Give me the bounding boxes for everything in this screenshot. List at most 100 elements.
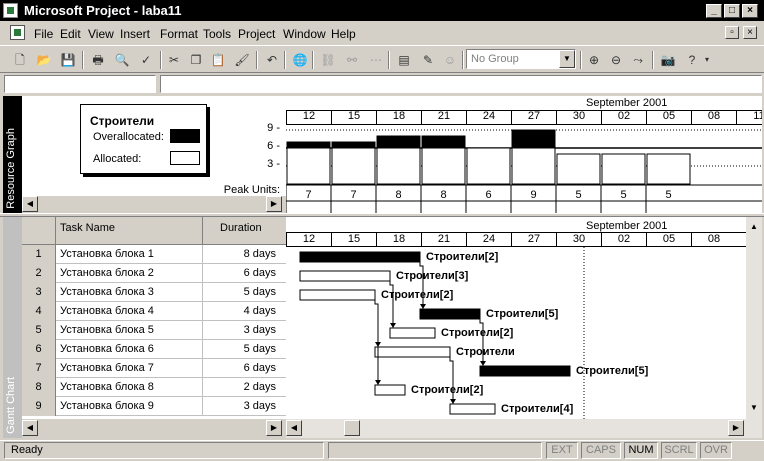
duration-cell[interactable]: 5 days <box>244 340 276 359</box>
hyperlink-icon[interactable]: 🌐 <box>290 50 310 70</box>
duration-cell[interactable]: 8 days <box>244 245 276 264</box>
y-tick: 3 - <box>267 158 280 170</box>
paste-icon[interactable]: 📋 <box>208 50 228 70</box>
scroll-right-button[interactable]: ▶ <box>266 196 282 212</box>
format-painter-icon[interactable]: 🖌 <box>232 50 252 70</box>
spelling-icon[interactable]: ✓ <box>136 50 156 70</box>
entry-field[interactable] <box>160 75 762 93</box>
scroll-left-button[interactable]: ◀ <box>286 420 302 436</box>
menu-help[interactable]: Help <box>331 27 356 41</box>
row-id[interactable]: 9 <box>22 397 56 416</box>
table-row[interactable]: 4 Установка блока 4 4 days <box>22 302 286 321</box>
undo-icon[interactable]: ↶ <box>262 50 282 70</box>
unlink-tasks-icon[interactable]: ⚯ <box>342 50 362 70</box>
duration-cell[interactable]: 3 days <box>244 321 276 340</box>
gantt-vscrollbar[interactable]: ▲ ▼ <box>746 217 762 419</box>
row-id[interactable]: 4 <box>22 302 56 321</box>
view-bar-resource-graph[interactable]: Resource Graph <box>3 96 22 213</box>
goto-task-icon[interactable]: ⤳ <box>628 50 648 70</box>
table-row[interactable]: 1 Установка блока 1 8 days <box>22 245 286 264</box>
table-row[interactable]: 5 Установка блока 5 3 days <box>22 321 286 340</box>
duration-cell[interactable]: 3 days <box>244 397 276 416</box>
copy-picture-icon[interactable]: 📷 <box>658 50 678 70</box>
duration-cell[interactable]: 2 days <box>244 378 276 397</box>
task-notes-icon[interactable]: ✎ <box>418 50 438 70</box>
task-name-cell[interactable]: Установка блока 4 <box>60 302 154 321</box>
task-name-cell[interactable]: Установка блока 7 <box>60 359 154 378</box>
gantt-hscrollbar[interactable]: ◀ ▶ <box>286 419 762 438</box>
task-info-icon[interactable]: ▤ <box>394 50 414 70</box>
toolbar-options-icon[interactable]: ▾ <box>702 50 712 70</box>
task-name-cell[interactable]: Установка блока 6 <box>60 340 154 359</box>
close-doc-button[interactable]: × <box>743 26 757 39</box>
table-row[interactable]: 3 Установка блока 3 5 days <box>22 283 286 302</box>
row-id[interactable]: 3 <box>22 283 56 302</box>
duration-cell[interactable]: 6 days <box>244 264 276 283</box>
assign-resources-icon[interactable]: ☺ <box>440 50 460 70</box>
cut-icon[interactable]: ✂ <box>164 50 184 70</box>
row-id[interactable]: 1 <box>22 245 56 264</box>
menu-project[interactable]: Project <box>238 27 275 41</box>
maximize-button[interactable]: □ <box>724 4 740 18</box>
scroll-right-button[interactable]: ▶ <box>266 420 282 436</box>
duration-cell[interactable]: 5 days <box>244 283 276 302</box>
table-row[interactable]: 2 Установка блока 2 6 days <box>22 264 286 283</box>
row-id[interactable]: 2 <box>22 264 56 283</box>
app-icon[interactable] <box>3 3 18 18</box>
table-row[interactable]: 7 Установка блока 7 6 days <box>22 359 286 378</box>
row-id[interactable]: 6 <box>22 340 56 359</box>
table-hscrollbar[interactable]: ◀ ▶ <box>22 419 286 438</box>
y-tick: 6 - <box>267 140 280 152</box>
link-tasks-icon[interactable]: ⛓ <box>318 50 338 70</box>
row-id[interactable]: 7 <box>22 359 56 378</box>
zoom-out-icon[interactable]: ⊖ <box>606 50 626 70</box>
help-icon[interactable]: ? <box>682 50 702 70</box>
scroll-down-button[interactable]: ▼ <box>746 401 762 417</box>
task-name-cell[interactable]: Установка блока 9 <box>60 397 154 416</box>
row-id[interactable]: 5 <box>22 321 56 340</box>
duration-cell[interactable]: 4 days <box>244 302 276 321</box>
view-bar-gantt[interactable]: Gantt Chart <box>3 217 22 438</box>
task-name-cell[interactable]: Установка блока 1 <box>60 245 154 264</box>
menu-file[interactable]: File <box>34 27 53 41</box>
row-id[interactable]: 8 <box>22 378 56 397</box>
zoom-in-icon[interactable]: ⊕ <box>584 50 604 70</box>
scroll-up-button[interactable]: ▲ <box>746 220 762 236</box>
menu-format[interactable]: Format <box>160 27 198 41</box>
cell-reference-field[interactable] <box>4 75 156 93</box>
menu-window[interactable]: Window <box>283 27 326 41</box>
task-name-cell[interactable]: Установка блока 5 <box>60 321 154 340</box>
restore-doc-button[interactable]: ▫ <box>725 26 739 39</box>
table-row[interactable]: 6 Установка блока 6 5 days <box>22 340 286 359</box>
copy-icon[interactable]: ❐ <box>186 50 206 70</box>
chevron-down-icon[interactable]: ▼ <box>559 50 575 68</box>
close-button[interactable]: × <box>742 4 758 18</box>
table-row[interactable]: 9 Установка блока 9 3 days <box>22 397 286 416</box>
column-header-duration[interactable]: Duration <box>220 222 262 234</box>
menu-insert[interactable]: Insert <box>120 27 150 41</box>
print-icon[interactable]: 🖶 <box>88 50 108 70</box>
task-name-cell[interactable]: Установка блока 3 <box>60 283 154 302</box>
save-icon[interactable]: 💾 <box>58 50 78 70</box>
table-row[interactable]: 8 Установка блока 8 2 days <box>22 378 286 397</box>
task-name-cell[interactable]: Установка блока 8 <box>60 378 154 397</box>
minimize-button[interactable]: _ <box>706 4 722 18</box>
new-icon[interactable]: 🗋 <box>10 50 30 70</box>
duration-cell[interactable]: 6 days <box>244 359 276 378</box>
menu-edit[interactable]: Edit <box>60 27 81 41</box>
task-name-cell[interactable]: Установка блока 2 <box>60 264 154 283</box>
split-task-icon[interactable]: ⋯ <box>366 50 386 70</box>
group-combo[interactable]: No Group ▼ <box>466 49 576 69</box>
scroll-left-button[interactable]: ◀ <box>22 196 38 212</box>
column-header-task-name[interactable]: Task Name <box>60 222 115 234</box>
document-icon[interactable] <box>10 25 25 40</box>
scroll-right-button[interactable]: ▶ <box>728 420 744 436</box>
select-all-cell[interactable] <box>22 217 56 245</box>
menu-view[interactable]: View <box>88 27 114 41</box>
print-preview-icon[interactable]: 🔍 <box>112 50 132 70</box>
menu-tools[interactable]: Tools <box>203 27 231 41</box>
scroll-left-button[interactable]: ◀ <box>22 420 38 436</box>
scroll-thumb[interactable] <box>344 420 360 436</box>
legend-hscrollbar[interactable]: ◀ ▶ <box>22 196 286 213</box>
open-icon[interactable]: 📂 <box>34 50 54 70</box>
